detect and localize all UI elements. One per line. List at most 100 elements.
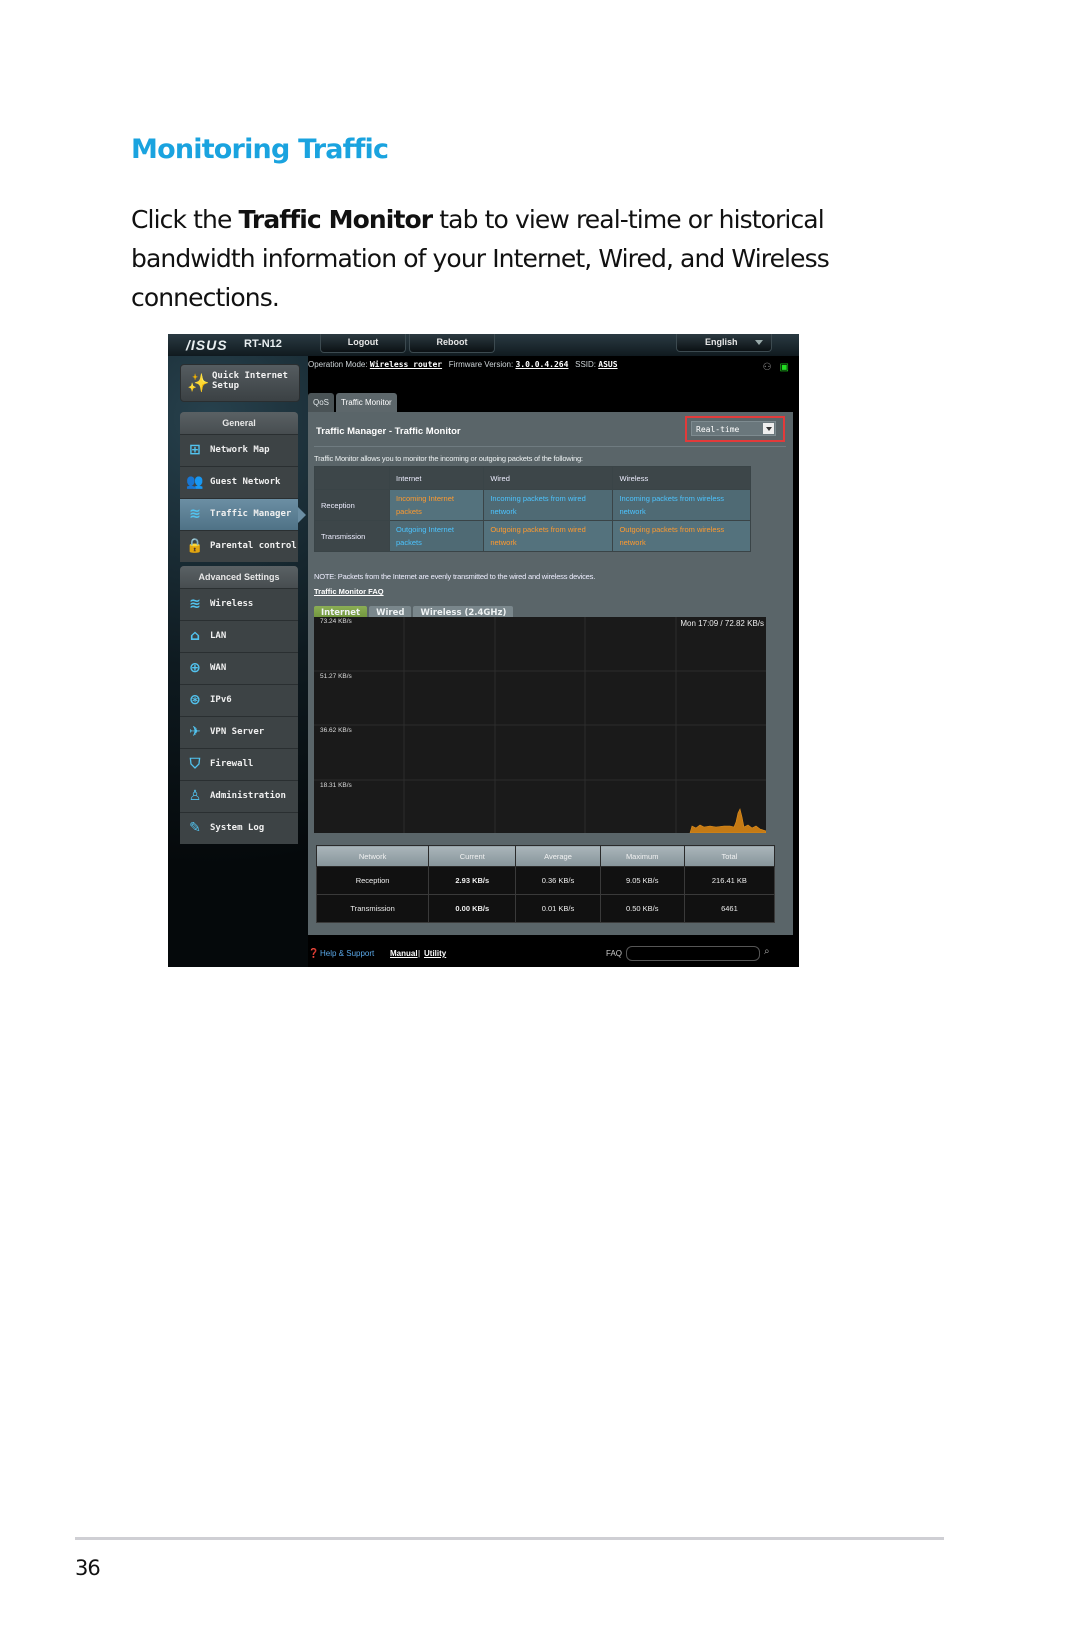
help-icon: ❓ bbox=[308, 948, 320, 958]
sidebar-item-label: Administration bbox=[210, 791, 286, 801]
faq-search-input[interactable] bbox=[626, 946, 760, 961]
sidebar-item-guest-network[interactable]: 👥 Guest Network bbox=[180, 466, 298, 498]
magic-wand-icon: ✨ bbox=[187, 373, 210, 393]
mode-select-value: Real-time bbox=[696, 425, 740, 434]
y-tick-label: 36.62 KB/s bbox=[320, 727, 352, 734]
table-cell: Incoming packets from wired network bbox=[483, 489, 614, 521]
stats-cell: 216.41 KB bbox=[683, 866, 776, 895]
sidebar-item-label: Guest Network bbox=[210, 477, 281, 487]
usb-status-icon[interactable]: ⚇ bbox=[763, 362, 772, 373]
page-number: 36 bbox=[75, 1556, 101, 1580]
mode-select[interactable]: Real-time bbox=[691, 421, 776, 436]
network-status-icon[interactable]: ▣ bbox=[780, 362, 789, 373]
wifi-icon: ≋ bbox=[189, 596, 201, 612]
search-icon[interactable]: ⌕ bbox=[764, 946, 770, 957]
guest-network-icon: 👥 bbox=[186, 474, 204, 490]
sidebar-item-wan[interactable]: ⊕ WAN bbox=[180, 652, 298, 684]
sidebar-item-label: IPv6 bbox=[210, 695, 232, 705]
shield-icon: ⛉ bbox=[189, 756, 201, 772]
sidebar-item-label: LAN bbox=[210, 631, 227, 641]
ssid-link[interactable]: ASUS bbox=[598, 360, 617, 369]
sidebar-item-lan[interactable]: ⌂ LAN bbox=[180, 620, 298, 652]
sidebar-item-label: Network Map bbox=[210, 445, 270, 455]
stats-cell: 0.00 KB/s bbox=[428, 894, 517, 923]
footer-bar: ❓ Help & Support Manual | Utility FAQ ⌕ bbox=[308, 945, 799, 965]
ssid-label: SSID: bbox=[575, 360, 597, 369]
sidebar-item-label: WAN bbox=[210, 663, 227, 673]
sidebar-item-network-map[interactable]: ⊞ Network Map bbox=[180, 434, 298, 466]
stats-cell: 2.93 KB/s bbox=[428, 866, 517, 895]
sidebar-item-label: System Log bbox=[210, 823, 265, 833]
tab-qos[interactable]: QoS bbox=[308, 393, 335, 413]
para-bold: Traffic Monitor bbox=[238, 205, 434, 234]
op-mode-link[interactable]: Wireless router bbox=[370, 360, 442, 369]
info-bar: Operation Mode: Wireless router Firmware… bbox=[308, 360, 799, 374]
sidebar-item-traffic-manager[interactable]: ≋ Traffic Manager bbox=[180, 498, 306, 530]
vpn-icon: ✈ bbox=[189, 724, 201, 740]
admin-user-icon: ♙ bbox=[188, 788, 202, 804]
info-table-header: Internet Wired Wireless bbox=[314, 466, 751, 490]
sidebar-item-system-log[interactable]: ✎ System Log bbox=[180, 812, 298, 844]
sidebar-item-firewall[interactable]: ⛉ Firewall bbox=[180, 748, 298, 780]
utility-link[interactable]: Utility bbox=[424, 949, 446, 958]
divider bbox=[314, 446, 786, 447]
header-cell: Internet bbox=[388, 466, 485, 490]
system-log-icon: ✎ bbox=[189, 820, 201, 836]
model-name: RT-N12 bbox=[244, 338, 282, 350]
sidebar-item-parental-control[interactable]: 🔒 Parental control bbox=[180, 530, 298, 562]
stats-cell: 0.50 KB/s bbox=[599, 894, 685, 923]
note-text: NOTE: Packets from the Internet are even… bbox=[314, 572, 596, 581]
manual-link[interactable]: Manual bbox=[390, 949, 418, 958]
header-cell: Wired bbox=[483, 466, 614, 490]
table-cell: Outgoing packets from wired network bbox=[483, 520, 614, 552]
router-screenshot: /ISUS RT-N12 Logout Reboot English ✨ Qui… bbox=[168, 334, 799, 967]
stats-cell: 0.01 KB/s bbox=[515, 894, 601, 923]
separator: | bbox=[418, 949, 421, 958]
stats-cell: 0.36 KB/s bbox=[515, 866, 601, 895]
sidebar-item-label: Firewall bbox=[210, 759, 254, 769]
traffic-graph: 73.24 KB/s 51.27 KB/s 36.62 KB/s 18.31 K… bbox=[314, 617, 766, 833]
header-cell: Total bbox=[683, 845, 776, 867]
quick-setup-label: Quick Internet Setup bbox=[212, 371, 288, 391]
stats-cell: 9.05 KB/s bbox=[599, 866, 685, 895]
help-support-link[interactable]: Help & Support bbox=[320, 949, 374, 958]
sidebar-item-administration[interactable]: ♙ Administration bbox=[180, 780, 298, 812]
advanced-header: Advanced Settings bbox=[180, 566, 298, 588]
table-row: Reception Incoming Internet packets Inco… bbox=[314, 489, 751, 521]
sidebar-item-label: VPN Server bbox=[210, 727, 265, 737]
sidebar: ✨ Quick Internet Setup General ⊞ Network … bbox=[168, 356, 308, 967]
advanced-menu: Advanced Settings ≋ Wireless ⌂ LAN ⊕ WAN ⊛ IPv6… bbox=[180, 566, 298, 844]
table-cell: Outgoing packets from wireless network bbox=[612, 520, 751, 552]
grid bbox=[314, 617, 766, 833]
header-cell: Network bbox=[315, 845, 430, 867]
header-cell: Maximum bbox=[599, 845, 685, 867]
quick-internet-setup-button[interactable]: ✨ Quick Internet Setup bbox=[180, 364, 300, 402]
faq-link[interactable]: Traffic Monitor FAQ bbox=[314, 587, 384, 596]
language-select[interactable]: English bbox=[676, 334, 772, 352]
reboot-button[interactable]: Reboot bbox=[409, 334, 495, 353]
sidebar-item-vpn-server[interactable]: ✈ VPN Server bbox=[180, 716, 298, 748]
doc-paragraph: Click the Traffic Monitor tab to view re… bbox=[131, 200, 891, 317]
header-cell bbox=[314, 466, 390, 490]
tab-traffic-monitor[interactable]: Traffic Monitor bbox=[336, 393, 397, 413]
row-label: Reception bbox=[314, 489, 390, 521]
sidebar-item-label: Parental control bbox=[210, 541, 297, 551]
stats-header: Network Current Average Maximum Total bbox=[315, 845, 776, 867]
y-tick-label: 18.31 KB/s bbox=[320, 782, 352, 789]
lock-icon: 🔒 bbox=[186, 538, 204, 554]
sidebar-item-label: Traffic Manager bbox=[210, 509, 292, 519]
dropdown-arrow-icon[interactable] bbox=[763, 423, 774, 434]
stats-cell: Reception bbox=[315, 866, 430, 895]
fw-link[interactable]: 3.0.0.4.264 bbox=[515, 360, 568, 369]
graph-tabs: Internet Wired Wireless (2.4GHz) bbox=[314, 602, 515, 621]
stats-row: Reception 2.93 KB/s 0.36 KB/s 9.05 KB/s … bbox=[315, 866, 776, 895]
sidebar-item-ipv6[interactable]: ⊛ IPv6 bbox=[180, 684, 298, 716]
row-label: Transmission bbox=[314, 520, 390, 552]
op-mode-label: Operation Mode: bbox=[308, 360, 368, 369]
top-bar: /ISUS RT-N12 Logout Reboot English bbox=[168, 334, 799, 356]
logout-button[interactable]: Logout bbox=[320, 334, 406, 353]
sub-tabs: QoS Traffic Monitor bbox=[308, 392, 399, 413]
reception-area bbox=[689, 808, 766, 833]
sidebar-item-wireless[interactable]: ≋ Wireless bbox=[180, 588, 298, 620]
table-row: Transmission Outgoing Internet packets O… bbox=[314, 520, 751, 552]
